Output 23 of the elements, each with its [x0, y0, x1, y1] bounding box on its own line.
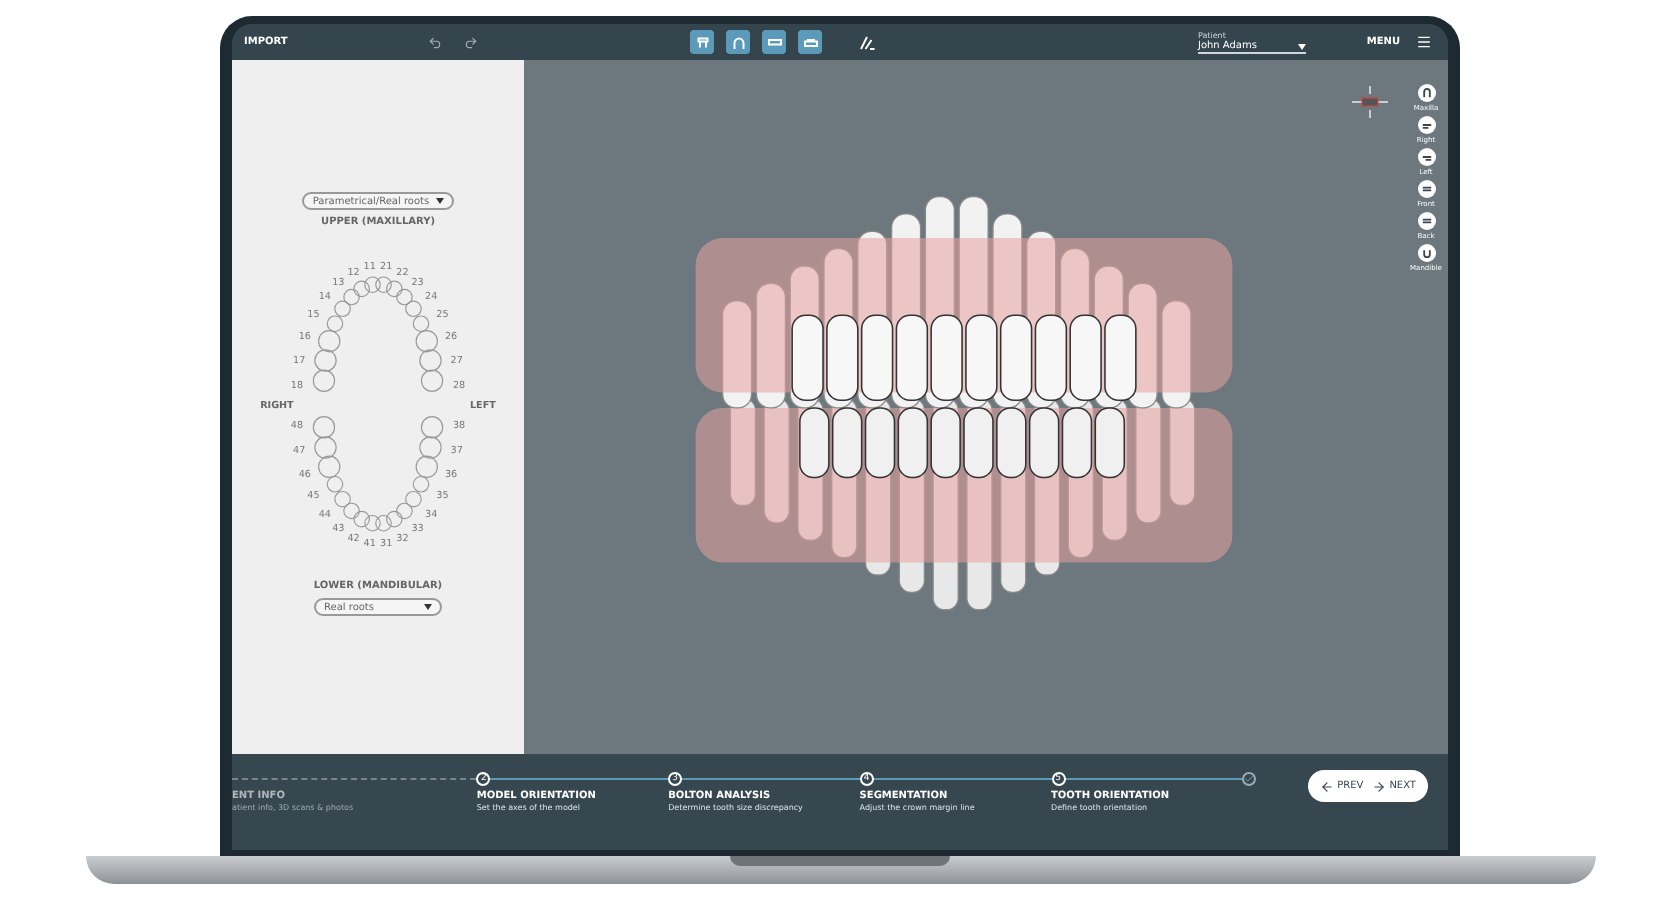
view-icon	[1419, 150, 1433, 164]
arrow-left-icon	[1319, 779, 1334, 793]
redo-icon	[463, 35, 478, 49]
jaw-icon	[801, 33, 820, 51]
view-icon	[1419, 86, 1433, 100]
view-icon	[1419, 182, 1433, 196]
menu-icon	[1416, 34, 1433, 50]
orientation-gizmo-icon[interactable]	[1348, 84, 1392, 120]
caret-icon	[435, 198, 444, 204]
jaw-view-button[interactable]	[798, 30, 823, 54]
jaw-icon	[693, 33, 712, 51]
jaw-view-button[interactable]	[690, 30, 715, 54]
undo-icon	[427, 35, 442, 49]
view-icon	[1419, 118, 1433, 132]
view-icon	[1419, 246, 1433, 260]
caret-icon	[424, 604, 432, 610]
jaw-view-button[interactable]	[762, 30, 787, 54]
check-icon	[1242, 771, 1257, 785]
view-icon	[1419, 214, 1433, 228]
tools-icon	[858, 33, 877, 51]
arrow-right-icon	[1371, 779, 1386, 793]
jaw-view-button[interactable]	[726, 30, 751, 54]
caret-icon	[1297, 43, 1306, 49]
